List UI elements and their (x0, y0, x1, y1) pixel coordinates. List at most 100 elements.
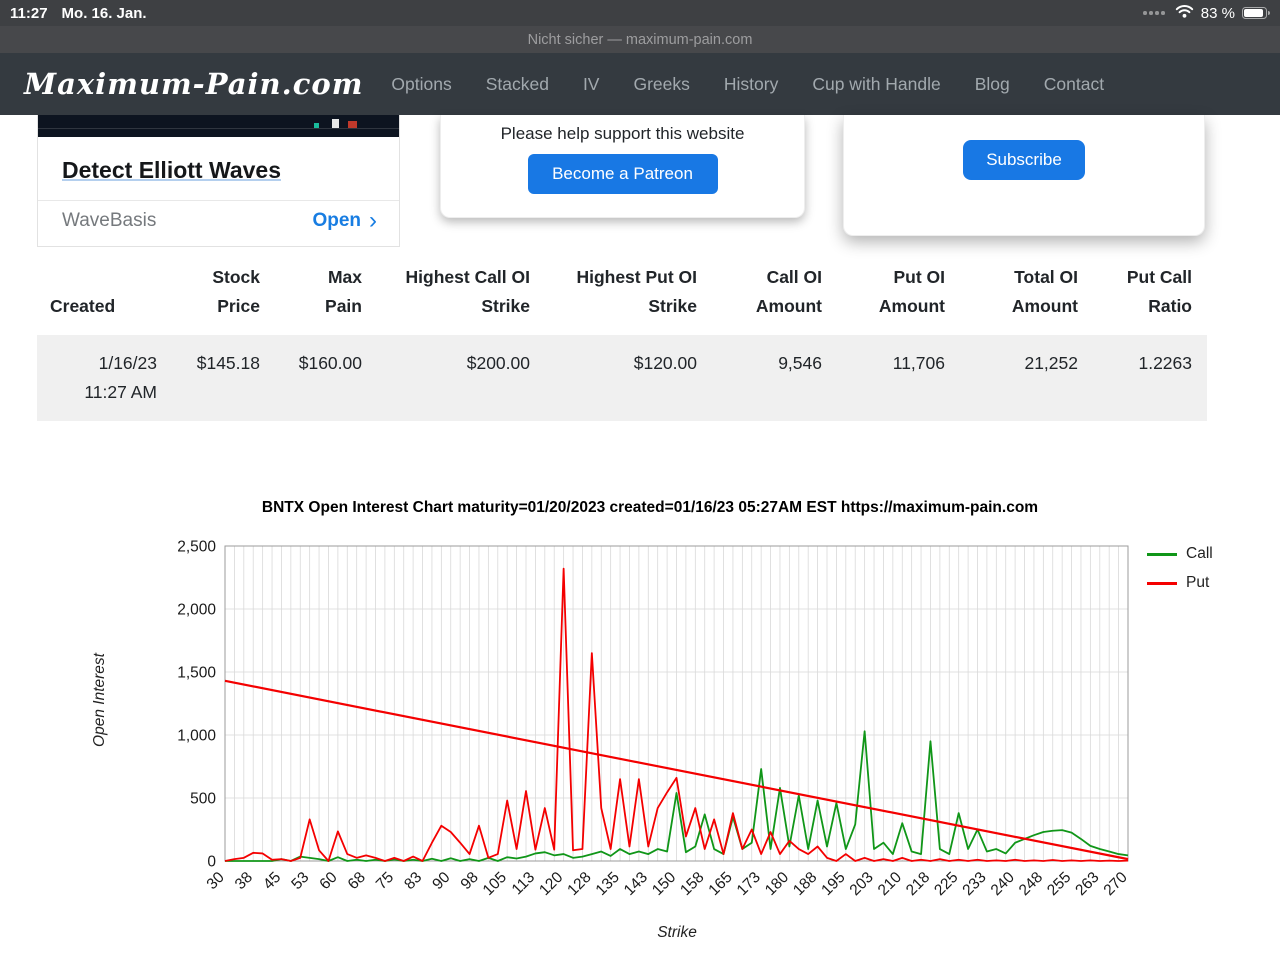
battery-percent: 83 % (1200, 4, 1235, 22)
column-header: Put Call Ratio (1126, 267, 1192, 316)
svg-text:225: 225 (931, 869, 961, 899)
wifi-icon (1175, 4, 1194, 23)
table-cell: 1/16/23 11:27 AM (84, 352, 157, 402)
svg-text:1,000: 1,000 (177, 728, 216, 745)
svg-text:2,000: 2,000 (177, 602, 216, 619)
table-cell: $160.00 (298, 352, 362, 373)
subscribe-button[interactable]: Subscribe (963, 140, 1085, 180)
svg-text:150: 150 (649, 869, 680, 900)
nav-links: Options Stacked IV Greeks History Cup with Ha… (391, 74, 1138, 95)
legend-label: Call (1186, 545, 1213, 562)
svg-text:38: 38 (232, 869, 256, 893)
svg-text:53: 53 (288, 869, 312, 893)
max-pain-summary-table: Created Stock Price Max Pain Highest Call O… (37, 255, 1207, 421)
legend-label: Put (1186, 574, 1210, 591)
legend-item-put: Put (1147, 574, 1213, 592)
svg-text:2,500: 2,500 (177, 539, 216, 556)
svg-text:0: 0 (207, 854, 216, 871)
table-row: 1/16/23 11:27 AM $145.18 $160.00 $200.00 $12… (37, 334, 1207, 421)
nav-item-blog[interactable]: Blog (975, 74, 1010, 95)
chart-thumbnail-image[interactable] (38, 115, 399, 137)
svg-text:75: 75 (373, 869, 397, 893)
nav-item-iv[interactable]: IV (583, 74, 600, 95)
card-footer: WaveBasis Open › (38, 200, 399, 241)
date: Mo. 16. Jan. (61, 4, 147, 22)
table-body: 1/16/23 11:27 AM $145.18 $160.00 $200.00 $12… (37, 334, 1207, 421)
column-header: Stock Price (212, 267, 260, 316)
svg-text:68: 68 (345, 869, 369, 893)
svg-text:45: 45 (260, 869, 284, 893)
provider-label: WaveBasis (62, 210, 157, 231)
svg-text:210: 210 (875, 869, 906, 900)
svg-text:180: 180 (762, 869, 793, 900)
column-header: Created (50, 295, 116, 316)
table-cell: 11,706 (892, 352, 945, 373)
open-interest-plot: 0 500 1,000 1,500 2,000 2,500 30 38 45 53 60 68 75 83… (177, 539, 1132, 900)
legend-line-icon (1147, 581, 1177, 585)
site-navbar: Maximum-Pain.com Options Stacked IV Greeks H… (0, 53, 1280, 115)
svg-text:60: 60 (316, 869, 340, 893)
svg-text:233: 233 (959, 869, 989, 899)
support-message: Please help support this website (500, 124, 745, 143)
battery-icon (1242, 7, 1270, 19)
svg-text:188: 188 (790, 869, 820, 899)
screen: 11:27 Mo. 16. Jan. 83 % Nicht sicher — m… (0, 0, 1280, 960)
nav-item-cup-with-handle[interactable]: Cup with Handle (812, 74, 940, 95)
table-cell: $120.00 (633, 352, 697, 373)
cellular-dots-icon (1143, 11, 1165, 15)
column-header: Highest Call OI Strike (405, 267, 530, 316)
table-cell: $200.00 (466, 352, 530, 373)
nav-item-greeks[interactable]: Greeks (633, 74, 689, 95)
card-title: Detect Elliott Waves (38, 137, 399, 190)
url-security-text[interactable]: Nicht sicher — maximum-pain.com (528, 32, 753, 48)
table-cell: 9,546 (778, 352, 822, 373)
svg-text:255: 255 (1044, 869, 1074, 899)
support-card: Please help support this website Become … (440, 115, 805, 218)
column-header: Highest Put OI Strike (576, 267, 697, 316)
elliott-waves-link[interactable]: Detect Elliott Waves (62, 157, 281, 183)
svg-text:500: 500 (190, 791, 216, 808)
nav-item-stacked[interactable]: Stacked (486, 74, 549, 95)
open-link[interactable]: Open › (312, 207, 377, 234)
svg-text:218: 218 (903, 869, 933, 899)
subscribe-card: Subscribe (843, 115, 1205, 236)
svg-text:90: 90 (429, 869, 453, 893)
chart-legend: Call Put (1147, 545, 1213, 603)
elliott-waves-card: Detect Elliott Waves WaveBasis Open › (37, 115, 400, 247)
nav-item-contact[interactable]: Contact (1044, 74, 1104, 95)
svg-text:158: 158 (677, 869, 707, 899)
column-header: Call OI Amount (755, 267, 822, 316)
svg-text:173: 173 (734, 869, 764, 899)
clock: 11:27 (10, 4, 48, 22)
column-header: Put OI Amount (878, 267, 945, 316)
brand-logo[interactable]: Maximum-Pain.com (24, 67, 363, 101)
nav-item-options[interactable]: Options (391, 74, 451, 95)
address-bar[interactable]: Nicht sicher — maximum-pain.com (0, 26, 1280, 53)
table-header-row: Created Stock Price Max Pain Highest Call O… (37, 255, 1207, 335)
svg-text:203: 203 (847, 869, 877, 899)
svg-text:270: 270 (1101, 869, 1132, 900)
table-cell: 21,252 (1024, 352, 1078, 373)
svg-text:128: 128 (564, 869, 594, 899)
svg-text:143: 143 (621, 869, 651, 899)
table-cell: $145.18 (196, 352, 260, 373)
nav-item-history[interactable]: History (724, 74, 778, 95)
column-header: Total OI Amount (1011, 267, 1078, 316)
svg-text:248: 248 (1016, 869, 1046, 899)
svg-text:1,500: 1,500 (177, 665, 216, 682)
chevron-right-icon: › (369, 207, 377, 234)
svg-text:135: 135 (593, 869, 623, 899)
svg-text:120: 120 (536, 869, 567, 900)
svg-text:263: 263 (1072, 869, 1102, 899)
chart-title: BNTX Open Interest Chart maturity=01/20/… (261, 499, 1039, 516)
status-bar: 11:27 Mo. 16. Jan. 83 % (0, 0, 1280, 26)
become-patreon-button[interactable]: Become a Patreon (527, 154, 718, 194)
legend-item-call: Call (1147, 545, 1213, 563)
svg-text:165: 165 (705, 869, 735, 899)
y-axis-label: Open Interest (91, 653, 108, 747)
svg-text:83: 83 (401, 869, 425, 893)
svg-text:195: 195 (818, 869, 848, 899)
svg-text:105: 105 (480, 869, 510, 899)
svg-text:98: 98 (458, 869, 482, 893)
svg-text:113: 113 (509, 869, 538, 898)
